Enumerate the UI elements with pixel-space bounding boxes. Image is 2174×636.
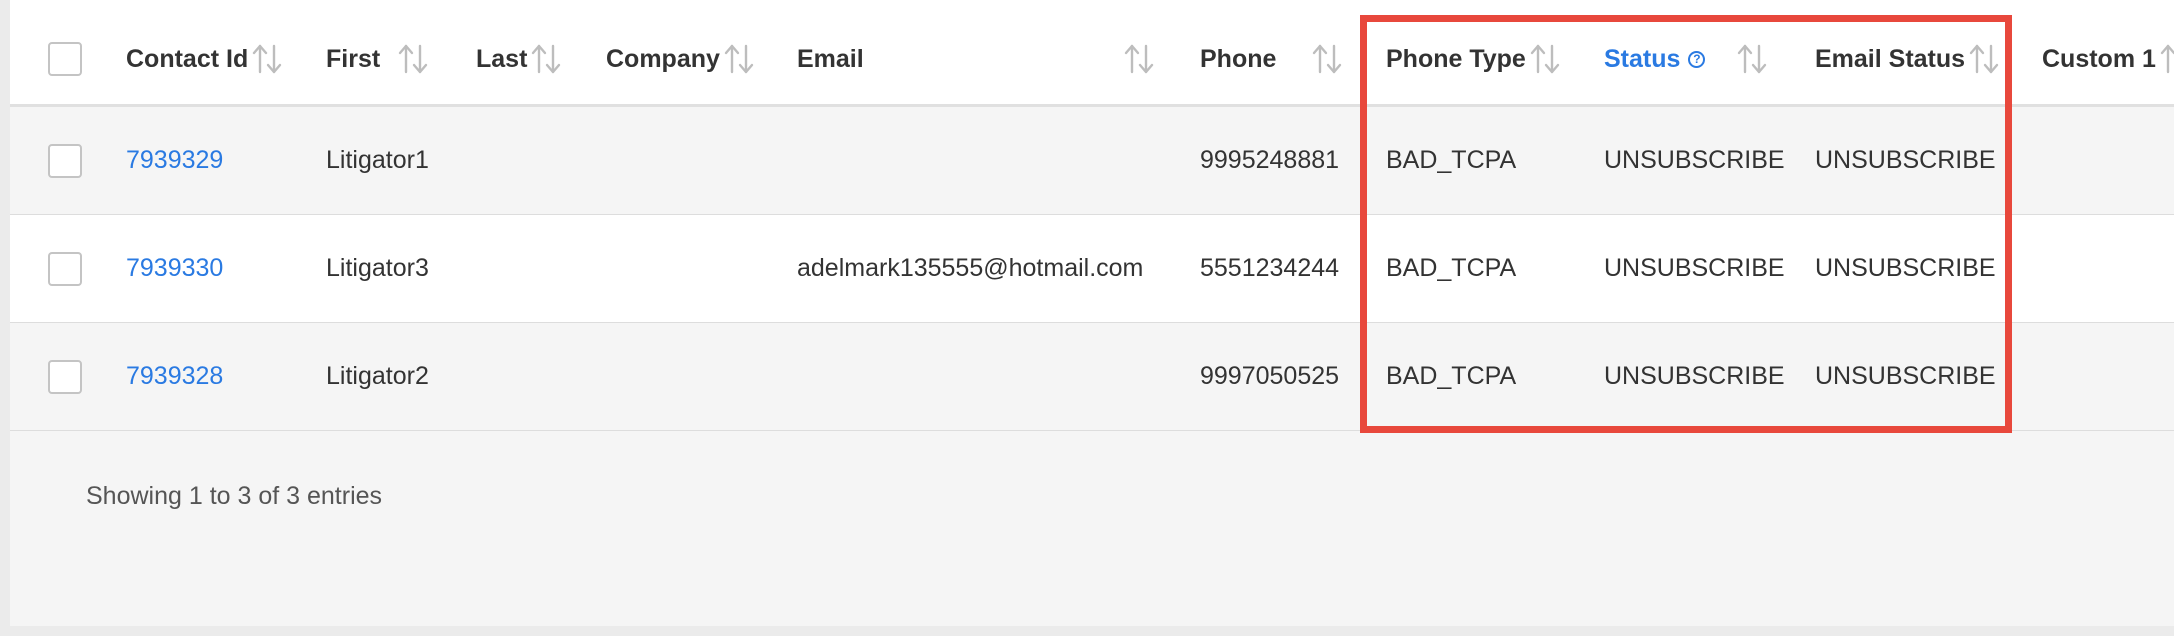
highlight-annotation-box — [1360, 15, 2012, 433]
phone-cell: 5551234244 — [1200, 254, 1340, 282]
header-custom-1[interactable]: Custom 1 — [2042, 14, 2174, 104]
entries-info: Showing 1 to 3 of 3 entries — [86, 482, 383, 510]
sort-arrows-icon[interactable] — [1122, 42, 1156, 76]
header-label: Custom 1 — [2042, 44, 2156, 73]
header-label: Contact Id — [126, 44, 249, 73]
row-checkbox[interactable] — [48, 251, 82, 286]
header-first[interactable]: First — [326, 14, 430, 104]
header-phone[interactable]: Phone — [1200, 14, 1344, 104]
sort-arrows-icon[interactable] — [1310, 42, 1344, 76]
header-label: Last — [476, 44, 528, 73]
row-select-cell — [48, 323, 82, 430]
header-label: Company — [606, 44, 720, 73]
select-all-cell — [48, 14, 82, 104]
header-email[interactable]: Email — [797, 14, 864, 104]
select-all-checkbox[interactable] — [48, 42, 82, 76]
first-name-cell: Litigator2 — [326, 362, 429, 390]
email-cell: adelmark135555@hotmail.com — [797, 254, 1144, 282]
first-name-cell: Litigator3 — [326, 254, 429, 282]
header-label: First — [326, 44, 381, 73]
header-email-sort[interactable] — [1120, 14, 1156, 104]
sort-arrows-icon[interactable] — [722, 42, 756, 76]
sort-arrows-icon[interactable] — [2158, 42, 2174, 76]
bottom-edge — [0, 626, 2174, 636]
header-contact-id[interactable]: Contact Id — [126, 14, 284, 104]
row-select-cell — [48, 215, 82, 322]
left-edge — [0, 0, 10, 636]
sort-arrows-icon[interactable] — [529, 42, 563, 76]
top-strip — [10, 0, 2174, 15]
header-last[interactable]: Last — [476, 14, 563, 104]
header-company[interactable]: Company — [606, 14, 756, 104]
first-name-cell: Litigator1 — [326, 146, 429, 174]
row-checkbox[interactable] — [48, 359, 82, 394]
sort-arrows-icon[interactable] — [396, 42, 430, 76]
row-checkbox[interactable] — [48, 143, 82, 178]
header-label: Email — [797, 44, 864, 73]
row-select-cell — [48, 107, 82, 214]
sort-arrows-icon[interactable] — [250, 42, 284, 76]
phone-cell: 9997050525 — [1200, 362, 1340, 390]
contact-id-link[interactable]: 7939330 — [126, 215, 223, 322]
header-label: Phone — [1200, 44, 1277, 73]
phone-cell: 9995248881 — [1200, 146, 1340, 174]
contact-id-link[interactable]: 7939328 — [126, 323, 223, 430]
contact-id-link[interactable]: 7939329 — [126, 107, 223, 214]
